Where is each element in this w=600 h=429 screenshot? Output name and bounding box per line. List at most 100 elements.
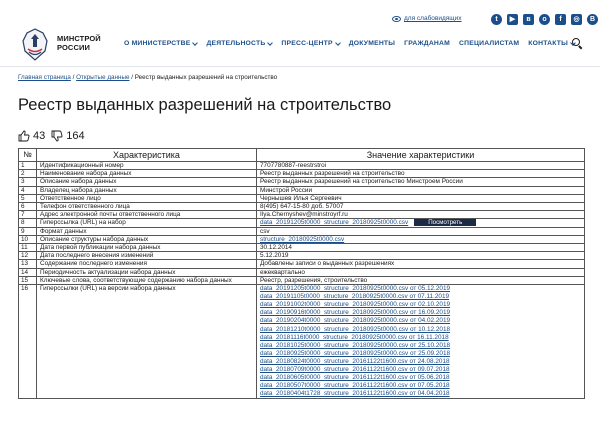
row-value-cell: Минстрой России	[256, 185, 585, 195]
version-link-row: data_20191002t0000_structure_20180925t00…	[260, 301, 581, 309]
search-icon[interactable]	[572, 38, 582, 48]
nav-item-activity[interactable]: ДЕЯТЕЛЬНОСТЬ	[206, 39, 274, 47]
breadcrumb-open-data[interactable]: Открытые данные	[76, 74, 129, 81]
version-link[interactable]: data_20181116t0000_structure_20180925t00…	[260, 334, 449, 341]
social-links: t ▶ в o f ◎ В	[491, 14, 598, 25]
vk-alt-icon[interactable]: В	[587, 14, 598, 25]
row-value: 5.12.2019	[260, 252, 289, 260]
youtube-icon[interactable]: ▶	[507, 14, 518, 25]
version-link[interactable]: data_20190204t0000_structure_20180925t00…	[260, 317, 450, 324]
row-number: 14	[18, 267, 37, 277]
breadcrumb-home[interactable]: Главная страница	[18, 74, 71, 81]
version-link[interactable]: data_20180507t0000_structure_20161122t16…	[260, 382, 450, 389]
table-row: 8 Гиперссылка (URL) на набор data_20191205…	[18, 218, 585, 228]
row-number: 5	[18, 193, 37, 204]
view-button[interactable]: Посмотреть	[414, 219, 477, 227]
dataset-link[interactable]: structure_20180925t0000.csv	[260, 236, 344, 242]
row-number: 16	[18, 284, 37, 400]
row-characteristic: Дата последнего внесения изменений	[36, 251, 257, 261]
row-number: 1	[18, 160, 37, 171]
table-row: 2 Наименование набора данных Реестр выданн…	[18, 169, 585, 179]
ministry-emblem-icon[interactable]	[19, 27, 51, 62]
dislikes-count: 164	[66, 130, 85, 142]
row-number: 3	[18, 177, 37, 187]
row-number: 7	[18, 210, 37, 220]
chevron-down-icon	[192, 39, 199, 46]
instagram-icon[interactable]: ◎	[571, 14, 582, 25]
row-value-cell: Чернышев Илья Сергеевич	[256, 193, 585, 204]
nav-label: ДЕЯТЕЛЬНОСТЬ	[206, 40, 266, 47]
row-number: 9	[18, 226, 37, 236]
version-link-row: data_20191205t0000_structure_20180925t00…	[260, 286, 581, 294]
row-number: 6	[18, 202, 37, 212]
breadcrumb-separator: /	[131, 74, 133, 81]
row-value: csv	[260, 227, 270, 235]
row-value: 8(495) 647-15-80 доб. 57007	[260, 203, 344, 211]
version-links-cell: data_20191205t0000_structure_20180925t00…	[256, 284, 585, 400]
row-number: 15	[18, 275, 37, 286]
table-row: 4 Владелец набора данных Минстрой России	[18, 185, 585, 195]
nav-item-specialists[interactable]: СПЕЦИАЛИСТАМ	[459, 40, 519, 47]
version-link[interactable]: data_20180404t1728_structure_20161122t16…	[260, 390, 450, 397]
vk-icon[interactable]: в	[523, 14, 534, 25]
row-value: ежеквартально	[260, 268, 305, 276]
version-link[interactable]: data_20180709t0000_structure_20161122t16…	[260, 366, 450, 373]
version-link-row: data_20191105t0000_structure_20180925t00…	[260, 293, 581, 301]
chevron-down-icon	[334, 39, 341, 46]
row-value-cell: 5.12.2019	[256, 251, 585, 261]
facebook-icon[interactable]: f	[555, 14, 566, 25]
dataset-link[interactable]: data_20191205t0000_structure_20180925t00…	[260, 220, 408, 226]
chevron-down-icon	[267, 39, 274, 46]
row-value-cell: Ilya.Chernyshev@minstroyrf.ru	[256, 210, 585, 220]
row-characteristic: Адрес электронной почты ответственного л…	[36, 210, 257, 220]
table-row: 7 Адрес электронной почты ответственного …	[18, 210, 585, 220]
row-characteristic: Периодичность актуализации набора данных	[36, 267, 257, 277]
version-link[interactable]: data_20180824t0000_structure_20161122t16…	[260, 358, 450, 365]
twitter-icon[interactable]: t	[491, 14, 502, 25]
version-link-row: data_20180507t0000_structure_20161122t16…	[260, 382, 581, 390]
row-value: Минстрой России	[260, 186, 313, 194]
version-link[interactable]: data_20190916t0000_structure_20180925t00…	[260, 309, 450, 316]
nav-label: КОНТАКТЫ	[528, 40, 568, 47]
version-link[interactable]: data_20180925t0000_structure_20180925t00…	[260, 350, 450, 357]
row-value-cell: structure_20180925t0000.csv	[256, 234, 585, 245]
version-link-row: data_20180709t0000_structure_20161122t16…	[260, 366, 581, 374]
nav-item-about[interactable]: О МИНИСТЕРСТВЕ	[124, 39, 199, 47]
version-link[interactable]: data_20180605t0000_structure_20161122t16…	[260, 374, 450, 381]
version-link-row: data_20180605t0000_structure_20161122t16…	[260, 374, 581, 382]
row-number: 13	[18, 259, 37, 269]
thumbs-up-icon[interactable]	[18, 130, 30, 142]
table-row: 1 Идентификационный номер 7707780887-reest…	[18, 160, 585, 171]
nav-item-contacts[interactable]: КОНТАКТЫ	[528, 39, 576, 47]
header-divider	[0, 66, 600, 67]
version-link[interactable]: data_20181025t0000_structure_20180925t00…	[260, 342, 450, 349]
row-characteristic: Гиперссылка (URL) на набор	[36, 218, 257, 228]
brand-name[interactable]: МИНСТРОЙ РОССИИ	[57, 34, 101, 52]
nav-item-documents[interactable]: ДОКУМЕНТЫ	[349, 40, 395, 47]
passport-table: № Характеристика Значение характеристики…	[18, 148, 585, 400]
thumbs-down-icon[interactable]	[51, 130, 63, 142]
row-characteristic: Содержание последнего изменения	[36, 259, 257, 269]
row-number: 2	[18, 169, 37, 179]
version-link-row: data_20181025t0000_structure_20180925t00…	[260, 342, 581, 350]
version-link-row: data_20180824t0000_structure_20161122t16…	[260, 358, 581, 366]
table-header-row: № Характеристика Значение характеристики	[18, 148, 585, 162]
version-link[interactable]: data_20181210t0000_structure_20180925t00…	[260, 326, 450, 333]
nav-item-citizens[interactable]: ГРАЖДАНАМ	[404, 40, 450, 47]
nav-item-press[interactable]: ПРЕСС-ЦЕНТР	[281, 39, 341, 47]
table-row: 15 Ключевые слова, соответствующие содерж…	[18, 275, 585, 286]
brand-line-2: РОССИИ	[57, 43, 90, 52]
row-value: Реестр, разрешения, строительство	[260, 276, 368, 284]
row-characteristic: Описание структуры набора данных	[36, 234, 257, 245]
eye-icon	[392, 15, 401, 22]
table-row: 3 Описание набора данных Реестр выданных р…	[18, 177, 585, 187]
odnoklassniki-icon[interactable]: o	[539, 14, 550, 25]
row-value: Реестр выданных разрешений на строительс…	[260, 178, 463, 186]
table-row-versions: 16 Гиперссылки (URL) на версии набора дан…	[18, 284, 585, 400]
row-value: Реестр выданных разрешений на строительс…	[260, 170, 405, 178]
version-link[interactable]: data_20191105t0000_structure_20180925t00…	[260, 293, 449, 300]
nav-label: ДОКУМЕНТЫ	[348, 40, 396, 47]
version-link[interactable]: data_20191002t0000_structure_20180925t00…	[260, 301, 450, 308]
accessibility-link[interactable]: для слабовидящих	[392, 15, 462, 22]
version-link[interactable]: data_20191205t0000_structure_20180925t00…	[260, 286, 450, 292]
